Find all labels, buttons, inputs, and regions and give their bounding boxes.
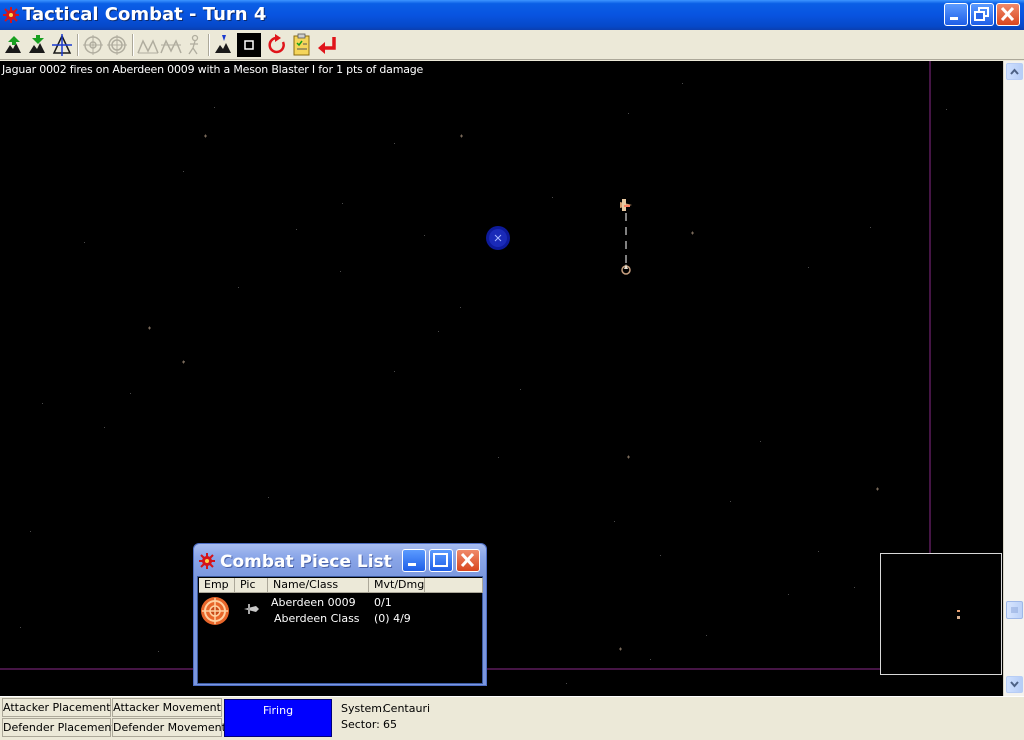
clipboard-button[interactable] xyxy=(290,33,314,57)
stop-button[interactable] xyxy=(237,33,261,57)
target-icon xyxy=(83,35,103,55)
table-row[interactable]: Aberdeen 0009 Aberdeen Class 0/1 (0) 4/9 xyxy=(198,594,482,628)
toolbar-separator xyxy=(208,34,210,56)
selected-hex-marker xyxy=(486,226,510,250)
target-button[interactable] xyxy=(81,33,105,57)
phase-defender-placement[interactable]: Defender Placement xyxy=(2,718,116,737)
app-icon xyxy=(199,553,215,569)
minimap-view xyxy=(957,610,960,619)
empire-emblem-icon xyxy=(201,597,229,625)
window-title: Tactical Combat - Turn 4 xyxy=(22,4,267,25)
tactical-map[interactable]: Jaguar 0002 fires on Aberdeen 0009 with … xyxy=(0,61,1003,696)
cpl-maximize-button[interactable] xyxy=(429,549,453,572)
stop-icon xyxy=(244,40,254,50)
target-all-button[interactable] xyxy=(105,33,129,57)
ship-damage: (0) 4/9 xyxy=(374,612,411,625)
column-header-name-class[interactable]: Name/Class xyxy=(268,578,369,593)
cpl-minimize-button[interactable] xyxy=(402,549,426,572)
column-header-emp[interactable]: Emp xyxy=(199,578,235,593)
toolbar-separator xyxy=(77,34,79,56)
wave-icon xyxy=(137,39,159,54)
phase-defender-movement[interactable]: Defender Movement xyxy=(112,718,226,737)
minimap-ship-marker xyxy=(957,616,960,619)
chevron-down-icon xyxy=(1010,681,1019,688)
end-turn-icon xyxy=(318,37,336,54)
sector-value: 65 xyxy=(383,718,397,731)
minimap-ship-marker xyxy=(957,610,960,612)
ship-thumbnail-icon xyxy=(244,604,259,614)
wave-all-icon xyxy=(160,39,182,54)
toolbar xyxy=(0,30,1024,60)
minimize-button[interactable] xyxy=(944,3,968,26)
scroll-down-button[interactable] xyxy=(1006,676,1023,693)
minimize-icon xyxy=(950,17,958,20)
phase-attacker-movement[interactable]: Attacker Movement xyxy=(112,698,222,717)
restore-icon xyxy=(974,7,989,21)
app-icon xyxy=(3,7,19,23)
phase-attacker-placement[interactable]: Attacker Placement xyxy=(2,698,111,717)
scroll-thumb[interactable] xyxy=(1006,601,1023,619)
toolbar-separator xyxy=(132,34,134,56)
close-icon xyxy=(460,552,475,568)
jaguar-ship-icon xyxy=(620,199,632,211)
restore-button[interactable] xyxy=(970,3,994,26)
combat-message: Jaguar 0002 fires on Aberdeen 0009 with … xyxy=(2,63,424,76)
formation-icon xyxy=(52,34,72,56)
scroll-up-button[interactable] xyxy=(1006,63,1023,80)
move-up-icon xyxy=(5,36,21,53)
chevron-up-icon xyxy=(1010,68,1019,75)
refresh-icon xyxy=(268,34,285,54)
ship-button[interactable] xyxy=(212,33,236,57)
maximize-icon xyxy=(433,553,448,567)
retreat-button[interactable] xyxy=(182,33,206,57)
ship-movement: 0/1 xyxy=(374,596,392,609)
end-turn-button[interactable] xyxy=(315,33,339,57)
minimize-icon xyxy=(408,563,416,566)
cpl-close-button[interactable] xyxy=(456,549,480,572)
phase-panel: Attacker Placement Attacker Movement Def… xyxy=(0,696,1024,740)
grip-icon xyxy=(1011,607,1018,613)
wave-all-button[interactable] xyxy=(159,33,183,57)
system-value: Centauri xyxy=(383,702,431,715)
starfield xyxy=(0,61,947,684)
combat-piece-list-titlebar[interactable]: Combat Piece List xyxy=(194,544,486,577)
close-button[interactable] xyxy=(996,3,1020,26)
ship-name: Aberdeen 0009 xyxy=(271,596,356,609)
wave-button[interactable] xyxy=(136,33,160,57)
vertical-scrollbar[interactable] xyxy=(1003,61,1024,696)
move-up-button[interactable] xyxy=(2,33,26,57)
clipboard-icon xyxy=(293,33,310,56)
phase-firing[interactable]: Firing xyxy=(224,699,332,737)
combat-piece-list-title: Combat Piece List xyxy=(220,552,392,572)
column-header-spacer xyxy=(425,578,483,593)
minimap[interactable] xyxy=(880,553,1002,675)
move-down-button[interactable] xyxy=(26,33,50,57)
aberdeen-ship-icon xyxy=(621,264,631,275)
tactical-combat-window: Tactical Combat - Turn 4 Jaguar 0002 fir… xyxy=(0,0,1024,740)
title-bar[interactable]: Tactical Combat - Turn 4 xyxy=(0,0,1024,30)
column-header-mvt-dmg[interactable]: Mvt/Dmg xyxy=(369,578,425,593)
combat-piece-list: Emp Pic Name/Class Mvt/Dmg Aberdeen 0009 xyxy=(197,576,483,684)
ship-icon xyxy=(215,35,231,53)
formation-button[interactable] xyxy=(50,33,74,57)
column-header-pic[interactable]: Pic xyxy=(235,578,268,593)
sector-label: Sector: xyxy=(341,718,380,731)
system-label: System: xyxy=(341,702,386,715)
move-down-icon xyxy=(29,35,45,53)
combat-piece-list-window: Combat Piece List Emp Pic Name/Class Mvt… xyxy=(193,543,487,686)
refresh-button[interactable] xyxy=(265,33,289,57)
ship-class: Aberdeen Class xyxy=(274,612,360,625)
close-icon xyxy=(1000,6,1015,22)
target-all-icon xyxy=(107,35,127,55)
retreat-icon xyxy=(188,34,199,55)
